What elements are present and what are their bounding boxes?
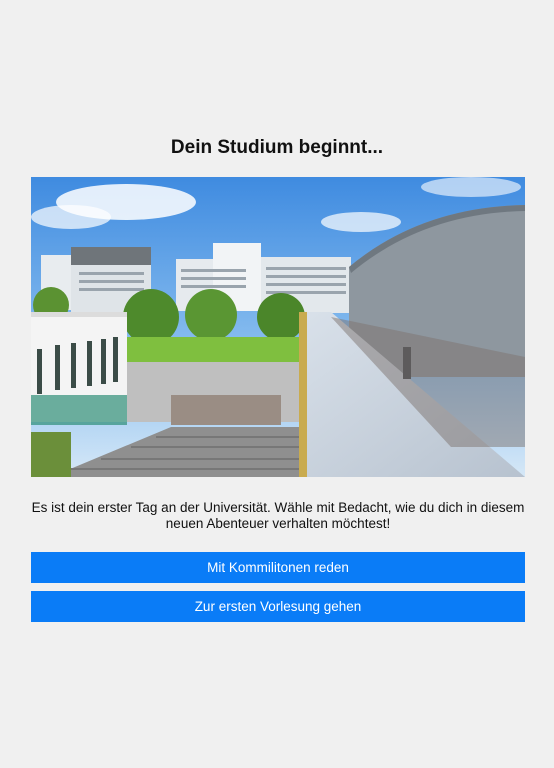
talk-to-classmates-button[interactable]: Mit Kommilitonen reden — [31, 552, 525, 583]
campus-photo — [31, 177, 525, 477]
go-to-first-lecture-button[interactable]: Zur ersten Vorlesung gehen — [31, 591, 525, 622]
story-screen: Dein Studium beginnt... Es ist dein erst… — [0, 0, 554, 768]
scene-title: Dein Studium beginnt... — [170, 137, 384, 158]
scene-description: Es ist dein erster Tag an der Universitä… — [31, 500, 525, 531]
